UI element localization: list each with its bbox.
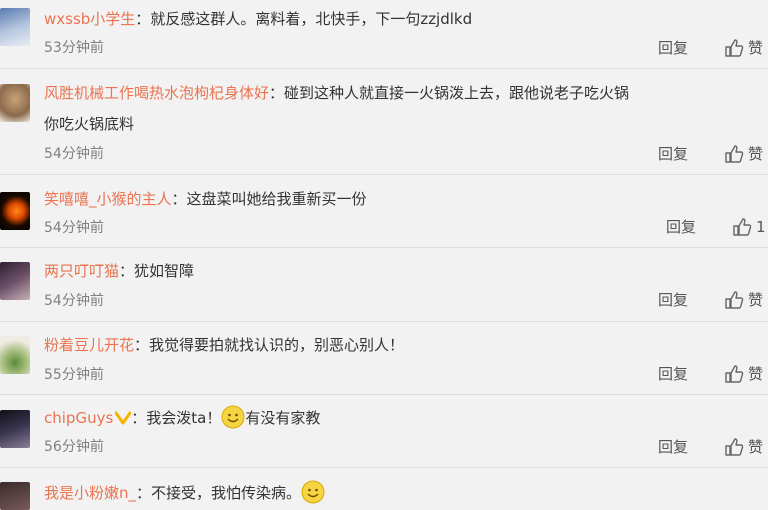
divider [0,321,768,322]
comment-time: 56分钟前 [44,439,104,455]
thumbs-up-icon [733,218,752,236]
comment-text-continued: 你吃火锅底料 [44,115,135,133]
avatar[interactable] [0,262,30,300]
comment-text: 我会泼ta！ [146,409,222,427]
like-button[interactable]: 1 [732,217,766,237]
comment-list: wxssb小学生：就反感这群人。离料着，北快手，下一句zzjdlkd 53分钟前… [0,0,768,510]
reply-button[interactable]: 回复 [658,290,688,310]
avatar[interactable] [0,410,30,448]
thumbs-up-icon [725,365,744,383]
comment-text: 我觉得要拍就找认识的，别恶心别人！ [149,336,405,354]
username-link[interactable]: 粉着豆儿开花 [44,336,134,354]
like-label: 赞 [748,438,764,456]
vip-badge-icon [115,411,132,425]
avatar[interactable] [0,192,30,230]
comment-time: 54分钟前 [44,220,104,236]
comment-text: 犹如智障 [134,262,195,280]
username-link[interactable]: 我是小粉嫩n_ [44,484,136,502]
divider [0,68,768,69]
avatar[interactable] [0,8,30,46]
like-button[interactable]: 赞 [724,437,763,457]
divider [0,467,768,468]
comment-text: 就反感这群人。离料着，北快手，下一句zzjdlkd [150,10,473,28]
avatar[interactable] [0,84,30,122]
like-button[interactable]: 赞 [724,290,763,310]
like-label: 赞 [748,145,764,163]
smiley-emoji-icon [221,405,245,429]
like-count: 1 [756,218,766,236]
reply-button[interactable]: 回复 [666,217,696,237]
reply-button[interactable]: 回复 [658,437,688,457]
comment-text: 有没有家教 [245,409,321,427]
like-label: 赞 [748,365,764,383]
username-link[interactable]: 笑嘻嘻_小猴的主人 [44,190,172,208]
reply-button[interactable]: 回复 [658,144,688,164]
like-label: 赞 [748,291,764,309]
comment-text: 不接受，我怕传染病。 [151,484,302,502]
avatar[interactable] [0,336,30,374]
divider [0,174,768,175]
comment-time: 54分钟前 [44,146,104,162]
smiley-emoji-icon [301,480,325,504]
divider [0,394,768,395]
thumbs-up-icon [725,291,744,309]
like-button[interactable]: 赞 [724,144,763,164]
thumbs-up-icon [725,438,744,456]
reply-button[interactable]: 回复 [658,38,688,58]
comment-text: 这盘菜叫她给我重新买一份 [186,190,367,208]
thumbs-up-icon [725,145,744,163]
username-link[interactable]: 两只叮叮猫 [44,262,119,280]
avatar[interactable] [0,482,30,510]
username-link[interactable]: wxssb小学生 [44,10,135,28]
reply-button[interactable]: 回复 [658,364,688,384]
comment-text: 碰到这种人就直接一火锅泼上去，跟他说老子吃火锅 [284,84,630,102]
username-link[interactable]: 风胜机械工作喝热水泡枸杞身体好 [44,84,269,102]
thumbs-up-icon [725,39,744,57]
username-link[interactable]: chipGuys [44,409,113,427]
comment-time: 54分钟前 [44,293,104,309]
like-button[interactable]: 赞 [724,38,763,58]
like-label: 赞 [748,39,764,57]
divider [0,247,768,248]
like-button[interactable]: 赞 [724,364,763,384]
comment-time: 53分钟前 [44,40,104,56]
comment-time: 55分钟前 [44,367,104,383]
